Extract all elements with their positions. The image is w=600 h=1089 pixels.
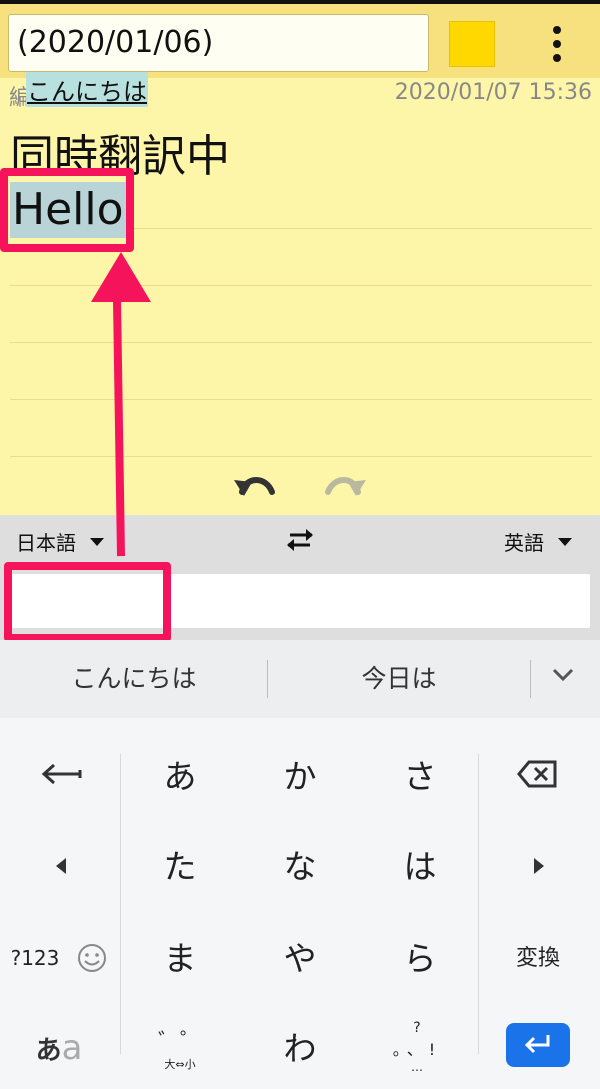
translation-input-text[interactable]: こんにちは — [26, 72, 148, 107]
key-ha[interactable]: は — [390, 838, 450, 890]
enter-key[interactable] — [506, 1023, 570, 1067]
key-wa[interactable]: わ — [270, 1020, 330, 1072]
size-toggle-label: 大⇔小 — [164, 1058, 196, 1071]
numeric-key[interactable]: ?123 — [0, 932, 70, 984]
key-ma[interactable]: ま — [150, 930, 210, 982]
suggestion-strip: こんにちは 今日は — [0, 640, 600, 718]
divider — [530, 660, 531, 698]
dropdown-arrow-icon — [90, 537, 104, 546]
color-picker-button[interactable] — [449, 21, 495, 67]
cursor-right-icon[interactable] — [516, 840, 560, 892]
note-timestamp: 2020/01/07 15:36 — [394, 80, 592, 105]
kana-label: あ — [35, 1035, 62, 1066]
target-language-label: 英語 — [504, 531, 544, 555]
source-language-label: 日本語 — [16, 531, 76, 555]
latin-label: a — [61, 1028, 83, 1068]
highlight-frame-hello — [0, 168, 134, 252]
keyboard: ?123 あa あ か さ た な は ま や ら ゛゜ 大⇔小 わ ? 。、!… — [0, 718, 600, 1089]
dakuten-key[interactable]: ゛゜ 大⇔小 — [140, 1018, 220, 1078]
emoji-icon[interactable] — [70, 932, 114, 984]
backspace-icon[interactable] — [510, 748, 566, 800]
key-sa[interactable]: さ — [390, 748, 450, 800]
dropdown-arrow-icon — [558, 537, 572, 546]
suggestion-item[interactable]: 今日は — [268, 640, 530, 718]
convert-key[interactable]: 変換 — [496, 930, 580, 982]
note-title-input[interactable]: (2020/01/06) — [8, 14, 429, 72]
key-ka[interactable]: か — [270, 748, 330, 800]
cursor-left-icon[interactable] — [40, 840, 84, 892]
key-a[interactable]: あ — [150, 748, 210, 800]
punct-mid: 。、! — [392, 1040, 442, 1059]
punctuation-key[interactable]: ? 。、! … — [372, 1014, 462, 1080]
dakuten-label: ゛゜ — [157, 1030, 202, 1055]
enter-icon — [524, 1035, 550, 1054]
more-vert-icon[interactable] — [540, 22, 574, 66]
key-ta[interactable]: た — [150, 838, 210, 890]
punct-top: ? — [413, 1020, 421, 1036]
kana-toggle-key[interactable]: あa — [24, 1022, 94, 1074]
highlight-frame-source — [4, 562, 171, 642]
key-ra[interactable]: ら — [390, 930, 450, 982]
suggestion-item[interactable]: こんにちは — [0, 640, 268, 718]
source-language-select[interactable]: 日本語 — [16, 527, 104, 556]
undo-icon[interactable] — [232, 468, 278, 504]
chevron-down-icon[interactable] — [548, 660, 578, 690]
divider — [120, 754, 121, 1054]
key-ya[interactable]: や — [270, 930, 330, 982]
target-language-select[interactable]: 英語 — [504, 527, 572, 556]
back-arrow-icon[interactable] — [30, 748, 94, 800]
redo-icon[interactable] — [322, 468, 368, 504]
punct-bottom: … — [411, 1060, 423, 1074]
top-bar: (2020/01/06) — [0, 0, 600, 78]
divider — [478, 754, 479, 1054]
key-na[interactable]: な — [270, 838, 330, 890]
swap-icon[interactable] — [284, 525, 316, 555]
